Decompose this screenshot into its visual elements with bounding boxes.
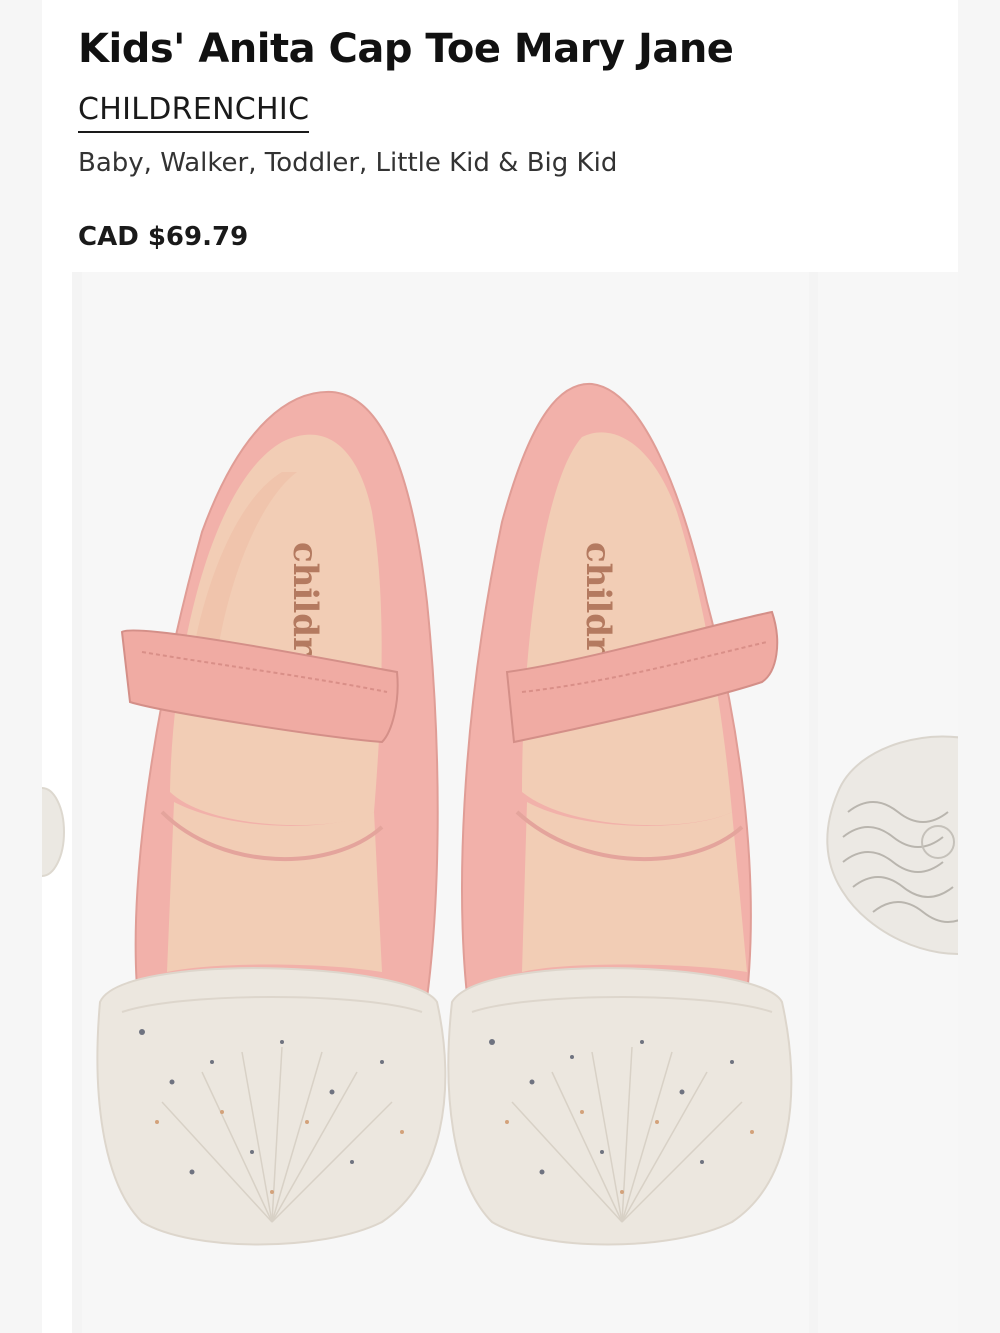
product-price: CAD $69.79 <box>78 222 249 252</box>
carousel-main-slide[interactable]: childrenc childrenc <box>82 272 809 1333</box>
carousel-next-slide[interactable] <box>818 272 958 1333</box>
carousel-prev-slide[interactable] <box>42 272 72 1333</box>
size-range: Baby, Walker, Toddler, Little Kid & Big … <box>78 148 618 178</box>
next-shoe-sole-image <box>826 735 958 955</box>
product-title: Kids' Anita Cap Toe Mary Jane <box>78 26 734 72</box>
product-page: Kids' Anita Cap Toe Mary Jane CHILDRENCH… <box>0 0 1000 1333</box>
image-carousel[interactable]: childrenc childrenc <box>0 272 1000 1333</box>
brand-link[interactable]: CHILDRENCHIC <box>78 92 310 133</box>
product-image: childrenc childrenc <box>82 272 809 1333</box>
product-header: Kids' Anita Cap Toe Mary Jane CHILDRENCH… <box>42 0 958 272</box>
prev-shoe-image <box>42 787 65 877</box>
